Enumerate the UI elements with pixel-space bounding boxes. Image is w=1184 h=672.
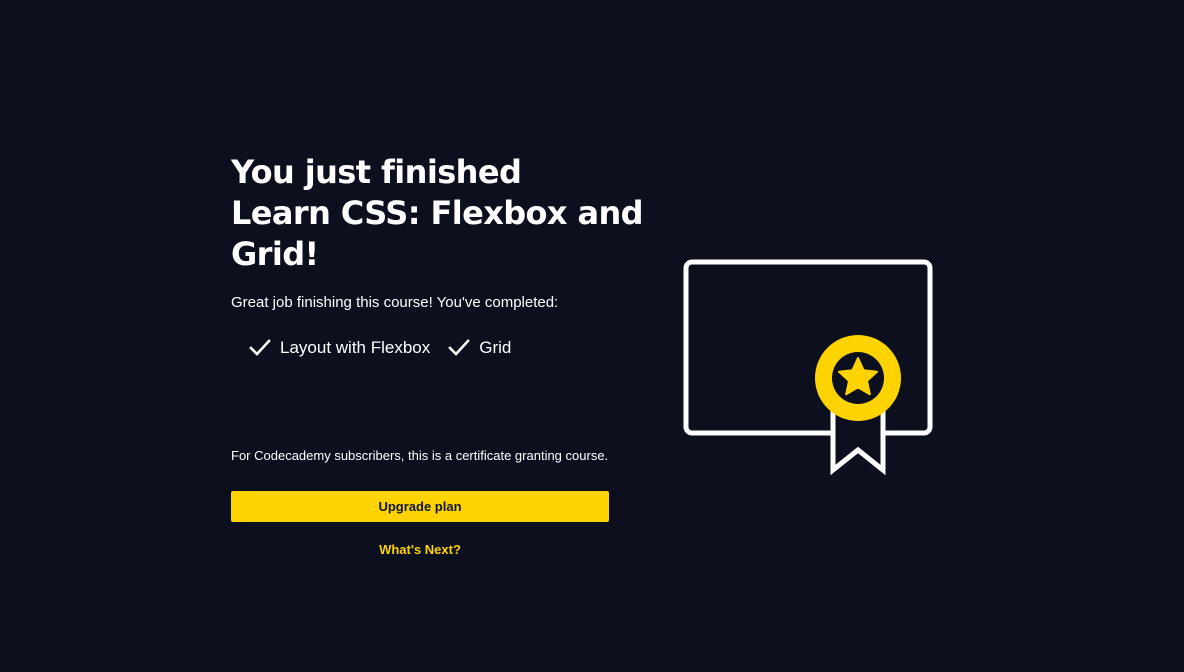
checkmark-icon xyxy=(448,339,471,356)
certificate-icon xyxy=(683,259,933,476)
upgrade-plan-button[interactable]: Upgrade plan xyxy=(231,491,609,522)
completed-module-item: Grid xyxy=(448,337,511,359)
completed-modules-list: Layout with Flexbox Grid xyxy=(231,337,609,359)
completed-module-item: Layout with Flexbox xyxy=(249,337,430,359)
completed-module-label: Layout with Flexbox xyxy=(280,338,431,357)
title-line-1: You just finished xyxy=(231,153,522,191)
completion-panel: You just finished Learn CSS: Flexbox and… xyxy=(231,152,644,557)
page-title: You just finished Learn CSS: Flexbox and… xyxy=(231,152,644,275)
completion-subtitle: Great job finishing this course! You've … xyxy=(231,294,559,311)
completed-module-label: Grid xyxy=(479,338,512,357)
checkmark-icon xyxy=(249,339,271,356)
title-line-2: Learn CSS: Flexbox and xyxy=(231,194,644,232)
certificate-note: For Codecademy subscribers, this is a ce… xyxy=(231,448,609,463)
title-line-3: Grid! xyxy=(231,235,319,273)
whats-next-link[interactable]: What's Next? xyxy=(231,542,609,557)
